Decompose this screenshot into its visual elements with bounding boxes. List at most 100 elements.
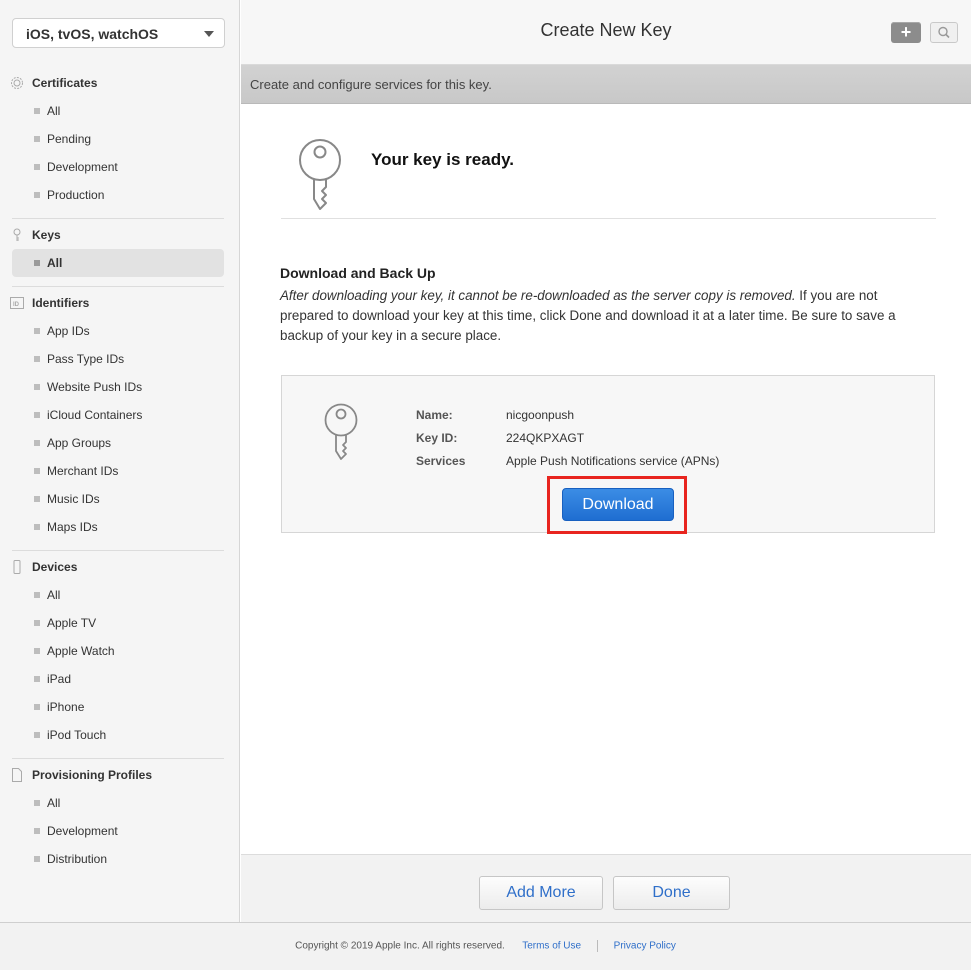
sidebar-heading-keys[interactable]: Keys	[0, 221, 240, 249]
add-more-button[interactable]: Add More	[479, 876, 603, 910]
privacy-link[interactable]: Privacy Policy	[614, 941, 676, 952]
document-icon	[12, 768, 22, 782]
bullet-icon	[34, 356, 40, 362]
sidebar-divider	[12, 286, 224, 287]
key-name-value: nicgoonpush	[506, 408, 575, 422]
sidebar-item-label: Development	[47, 824, 118, 838]
sidebar-item-label: iPod Touch	[47, 728, 107, 742]
svg-text:ID: ID	[13, 302, 20, 308]
sidebar-item-label: Distribution	[47, 852, 108, 866]
sidebar-heading-certificates[interactable]: Certificates	[0, 69, 240, 97]
sidebar-item-label: App IDs	[47, 324, 90, 338]
download-button[interactable]: Download	[562, 488, 674, 521]
sidebar-item-label: Merchant IDs	[47, 464, 119, 478]
sidebar-item-certificates-all[interactable]: All	[0, 97, 240, 125]
sidebar-item-maps-ids[interactable]: Maps IDs	[0, 513, 240, 541]
sidebar-section-profiles: Provisioning Profiles All Development Di…	[0, 761, 240, 873]
bullet-icon	[34, 260, 40, 266]
key-id-label: Key ID:	[416, 431, 458, 445]
search-button[interactable]	[930, 22, 958, 43]
sidebar-item-certificates-production[interactable]: Production	[0, 181, 240, 209]
sidebar-heading-label: Identifiers	[32, 296, 90, 310]
key-icon	[13, 228, 21, 241]
sidebar-item-profiles-distribution[interactable]: Distribution	[0, 845, 240, 873]
sidebar: iOS, tvOS, watchOS Certificates All Pend…	[0, 0, 240, 922]
sidebar-item-label: Development	[47, 160, 118, 174]
key-icon	[324, 403, 358, 460]
sidebar-item-icloud-containers[interactable]: iCloud Containers	[0, 401, 240, 429]
sidebar-item-label: Apple Watch	[47, 644, 115, 658]
sidebar-item-iphone[interactable]: iPhone	[0, 693, 240, 721]
bullet-icon	[34, 440, 40, 446]
bullet-icon	[34, 136, 40, 142]
main-panel: Create New Key + Create and configure se…	[241, 0, 971, 922]
header-bar: Create New Key +	[241, 0, 971, 65]
bullet-icon	[34, 828, 40, 834]
sidebar-item-ipod-touch[interactable]: iPod Touch	[0, 721, 240, 749]
sidebar-item-label: All	[47, 256, 63, 270]
backup-warning: After downloading your key, it cannot be…	[280, 288, 796, 303]
sidebar-item-app-ids[interactable]: App IDs	[0, 317, 240, 345]
sidebar-item-label: Pending	[47, 132, 92, 146]
sidebar-item-profiles-all[interactable]: All	[0, 789, 240, 817]
sidebar-section-devices: Devices All Apple TV Apple Watch iPad iP…	[0, 553, 240, 749]
bullet-icon	[34, 468, 40, 474]
done-button[interactable]: Done	[613, 876, 730, 910]
action-footer: Add More Done	[241, 854, 971, 922]
platform-select[interactable]: iOS, tvOS, watchOS	[12, 18, 225, 48]
footer-divider	[596, 940, 598, 952]
bullet-icon	[34, 164, 40, 170]
terms-link[interactable]: Terms of Use	[522, 941, 581, 952]
sidebar-item-music-ids[interactable]: Music IDs	[0, 485, 240, 513]
bullet-icon	[34, 648, 40, 654]
sidebar-item-app-groups[interactable]: App Groups	[0, 429, 240, 457]
key-icon	[299, 139, 341, 210]
platform-select-value: iOS, tvOS, watchOS	[26, 26, 159, 42]
sidebar-divider	[12, 218, 224, 219]
backup-title: Download and Back Up	[280, 265, 436, 281]
bullet-icon	[34, 704, 40, 710]
sidebar-item-merchant-ids[interactable]: Merchant IDs	[0, 457, 240, 485]
page-title: Create New Key	[540, 20, 672, 40]
key-ready-title: Your key is ready.	[371, 150, 514, 169]
bullet-icon	[34, 592, 40, 598]
sidebar-item-ipad[interactable]: iPad	[0, 665, 240, 693]
sidebar-item-label: Music IDs	[47, 492, 100, 506]
certificate-icon	[11, 77, 23, 89]
sidebar-item-apple-watch[interactable]: Apple Watch	[0, 637, 240, 665]
sidebar-heading-identifiers[interactable]: ID Identifiers	[0, 289, 240, 317]
sidebar-item-profiles-development[interactable]: Development	[0, 817, 240, 845]
sidebar-heading-label: Provisioning Profiles	[32, 768, 153, 782]
sidebar-item-label: App Groups	[47, 436, 112, 450]
sidebar-heading-label: Certificates	[32, 76, 98, 90]
page-footer: Copyright © 2019 Apple Inc. All rights r…	[0, 940, 971, 952]
bullet-icon	[34, 412, 40, 418]
sidebar-item-label: Apple TV	[47, 616, 97, 630]
sidebar-heading-devices[interactable]: Devices	[0, 553, 240, 581]
sidebar-item-label: All	[47, 588, 61, 602]
sidebar-item-apple-tv[interactable]: Apple TV	[0, 609, 240, 637]
sidebar-item-label: All	[47, 796, 61, 810]
sidebar-item-certificates-development[interactable]: Development	[0, 153, 240, 181]
sidebar-item-keys-all[interactable]: All	[12, 249, 224, 277]
sidebar-item-label: All	[47, 104, 61, 118]
bullet-icon	[34, 800, 40, 806]
sidebar-divider	[12, 550, 224, 551]
sidebar-item-certificates-pending[interactable]: Pending	[0, 125, 240, 153]
sidebar-item-label: Production	[47, 188, 105, 202]
add-button[interactable]: +	[891, 22, 921, 43]
sidebar-item-website-push-ids[interactable]: Website Push IDs	[0, 373, 240, 401]
key-services-label: Services	[416, 454, 466, 468]
search-icon	[938, 26, 950, 39]
sidebar-item-devices-all[interactable]: All	[0, 581, 240, 609]
sidebar-divider	[12, 758, 224, 759]
bullet-icon	[34, 384, 40, 390]
sidebar-item-pass-type-ids[interactable]: Pass Type IDs	[0, 345, 240, 373]
backup-description: After downloading your key, it cannot be…	[280, 286, 920, 346]
bullet-icon	[34, 856, 40, 862]
subtitle-text: Create and configure services for this k…	[250, 77, 492, 92]
sidebar-heading-profiles[interactable]: Provisioning Profiles	[0, 761, 240, 789]
sidebar-item-label: iCloud Containers	[47, 408, 143, 422]
chevron-down-icon	[204, 31, 214, 37]
sidebar-item-label: iPad	[47, 672, 72, 686]
